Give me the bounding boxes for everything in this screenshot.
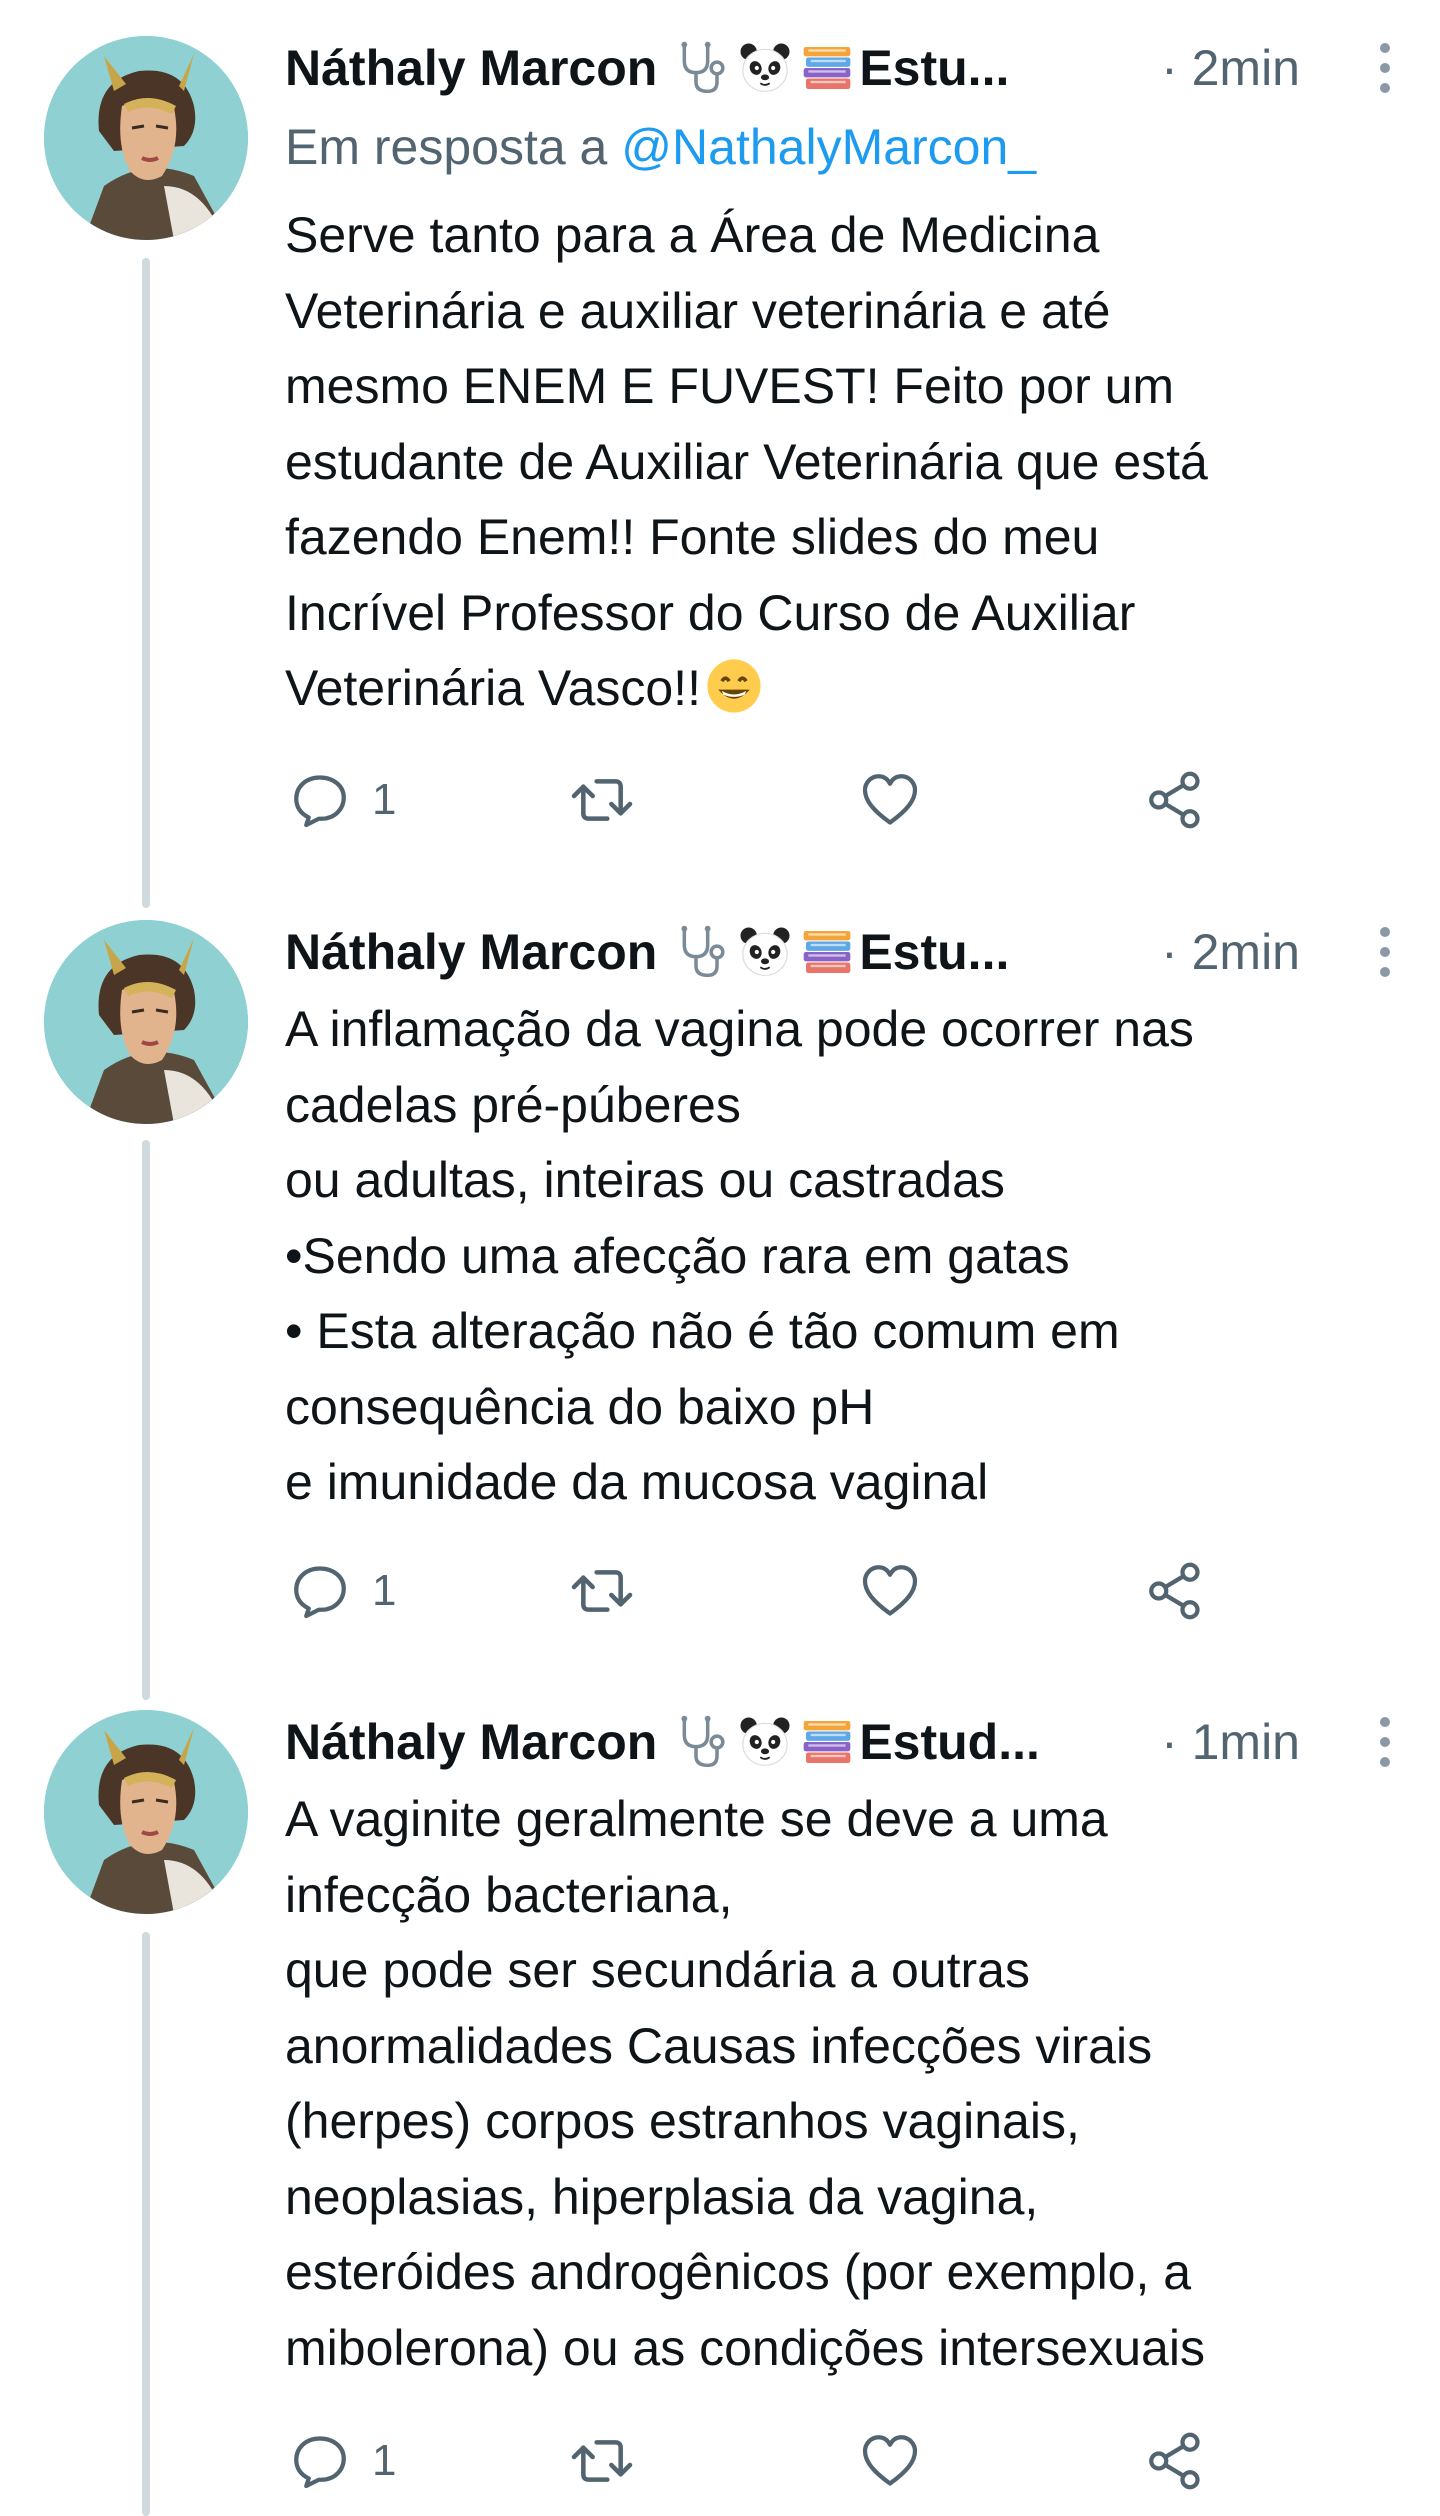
author-handle[interactable]: Estu... xyxy=(859,39,1009,97)
tweet-text-line: A inflamação da vagina pode ocorrer nas xyxy=(285,1001,1194,1057)
panda-face-icon xyxy=(737,924,793,980)
tweet-text: A vaginite geralmente se deve a uma infe… xyxy=(285,1782,1405,2386)
author-name[interactable]: Náthaly Marcon xyxy=(285,1713,657,1771)
timestamp[interactable]: · 2min xyxy=(1161,923,1300,981)
share-icon xyxy=(1145,1561,1205,1621)
tweet-text-line: e imunidade da mucosa vaginal xyxy=(285,1454,989,1510)
like-button[interactable] xyxy=(860,1556,920,1626)
reply-context: Em resposta a @NathalyMarcon_ xyxy=(285,118,1036,176)
books-icon xyxy=(799,40,855,96)
like-icon xyxy=(860,770,920,830)
retweet-icon xyxy=(570,768,634,832)
tweet-text-line: • Esta alteração não é tão comum em xyxy=(285,1303,1120,1359)
tweet-text-line: fazendo Enem!! Fonte slides do meu xyxy=(285,509,1100,565)
reply-mention-link[interactable]: @NathalyMarcon_ xyxy=(621,119,1036,175)
reply-button[interactable]: 1 xyxy=(290,1556,396,1626)
retweet-button[interactable] xyxy=(570,1556,634,1626)
tweet-text-line: que pode ser secundária a outras xyxy=(285,1942,1030,1998)
author-handle[interactable]: Estu... xyxy=(859,923,1009,981)
stethoscope-icon xyxy=(675,924,731,980)
share-button[interactable] xyxy=(1145,1556,1205,1626)
reply-icon xyxy=(290,2431,350,2491)
share-button[interactable] xyxy=(1145,2426,1205,2496)
tweet[interactable]: Náthaly Marcon Estu... · 2min A inflamaç… xyxy=(0,880,1440,1670)
tweet-text-line: •Sendo uma afecção rara em gatas xyxy=(285,1227,1070,1284)
retweet-button[interactable] xyxy=(570,2426,634,2496)
tweet[interactable]: Náthaly Marcon Estud... · 1min A vaginit… xyxy=(0,1670,1440,2516)
tweet-text-line: Veterinária Vasco!! xyxy=(285,660,701,716)
tweet-text-line: infecção bacteriana, xyxy=(285,1866,733,1923)
more-options-icon[interactable] xyxy=(1375,40,1395,96)
tweet-text-line: mesmo ENEM E FUVEST! Feito por um xyxy=(285,358,1175,414)
tweet-text-line: Veterinária e auxiliar veterinária e até xyxy=(285,282,1111,339)
tweet-actions: 1 xyxy=(290,2426,1240,2496)
author-name[interactable]: Náthaly Marcon xyxy=(285,39,657,97)
tweet-text-line: ou adultas, inteiras ou castradas xyxy=(285,1152,1005,1208)
reply-count: 1 xyxy=(372,1566,397,1615)
retweet-button[interactable] xyxy=(570,765,634,835)
share-icon xyxy=(1145,770,1205,830)
books-icon xyxy=(799,1714,855,1770)
avatar[interactable] xyxy=(44,920,248,1124)
name-emojis xyxy=(675,924,855,980)
tweet-text-line: Incrível Professor do Curso de Auxiliar xyxy=(285,584,1136,641)
retweet-icon xyxy=(570,2429,634,2493)
share-button[interactable] xyxy=(1145,765,1205,835)
name-emojis xyxy=(675,1714,855,1770)
share-icon xyxy=(1145,2431,1205,2491)
grinning-face-icon xyxy=(705,657,763,715)
stethoscope-icon xyxy=(675,1714,731,1770)
panda-face-icon xyxy=(737,1714,793,1770)
tweet-text-line: estudante de Auxiliar Veterinária que es… xyxy=(285,433,1208,490)
tweet-text-line: cadelas pré-púberes xyxy=(285,1076,741,1133)
books-icon xyxy=(799,924,855,980)
tweet-text: A inflamação da vagina pode ocorrer nas … xyxy=(285,992,1405,1521)
tweet-text-line: Serve tanto para a Área de Medicina xyxy=(285,207,1100,263)
like-icon xyxy=(860,2431,920,2491)
reply-count: 1 xyxy=(372,2436,397,2485)
reply-icon xyxy=(290,1561,350,1621)
tweet-text-line: mibolerona) ou as condições intersexuais xyxy=(285,2319,1205,2376)
tweet-header: Náthaly Marcon Estu... · 2min xyxy=(285,36,1395,100)
timestamp[interactable]: · 1min xyxy=(1161,1713,1300,1771)
tweet-header: Náthaly Marcon Estud... · 1min xyxy=(285,1710,1395,1774)
tweet-text-line: (herpes) corpos estranhos vaginais, xyxy=(285,2093,1080,2149)
retweet-icon xyxy=(570,1559,634,1623)
reply-button[interactable]: 1 xyxy=(290,765,396,835)
reply-prefix: Em resposta a xyxy=(285,119,608,175)
like-button[interactable] xyxy=(860,2426,920,2496)
tweet-text-line: consequência do baixo pH xyxy=(285,1378,875,1435)
tweet-actions: 1 xyxy=(290,1556,1240,1626)
stethoscope-icon xyxy=(675,40,731,96)
tweet-text-line: neoplasias, hiperplasia da vagina, xyxy=(285,2168,1039,2225)
tweet-text-line: A vaginite geralmente se deve a uma xyxy=(285,1791,1108,1847)
avatar[interactable] xyxy=(44,36,248,240)
more-options-icon[interactable] xyxy=(1375,1714,1395,1770)
panda-face-icon xyxy=(737,40,793,96)
more-options-icon[interactable] xyxy=(1375,924,1395,980)
reply-icon xyxy=(290,770,350,830)
like-icon xyxy=(860,1561,920,1621)
name-emojis xyxy=(675,40,855,96)
timestamp[interactable]: · 2min xyxy=(1161,39,1300,97)
reply-count: 1 xyxy=(372,775,397,824)
tweet-text-line: anormalidades Causas infecções virais xyxy=(285,2017,1153,2074)
tweet-text-line: esteróides androgênicos (por exemplo, a xyxy=(285,2244,1192,2300)
tweet-text-line-last: Veterinária Vasco!! xyxy=(285,651,1405,727)
tweet-header: Náthaly Marcon Estu... · 2min xyxy=(285,920,1395,984)
tweet[interactable]: Náthaly Marcon Estu... · 2min Em respost… xyxy=(0,0,1440,880)
tweet-text: Serve tanto para a Área de Medicina Vete… xyxy=(285,198,1405,727)
tweet-actions: 1 xyxy=(290,765,1240,835)
author-name[interactable]: Náthaly Marcon xyxy=(285,923,657,981)
avatar[interactable] xyxy=(44,1710,248,1914)
reply-button[interactable]: 1 xyxy=(290,2426,396,2496)
like-button[interactable] xyxy=(860,765,920,835)
author-handle[interactable]: Estud... xyxy=(859,1713,1040,1771)
